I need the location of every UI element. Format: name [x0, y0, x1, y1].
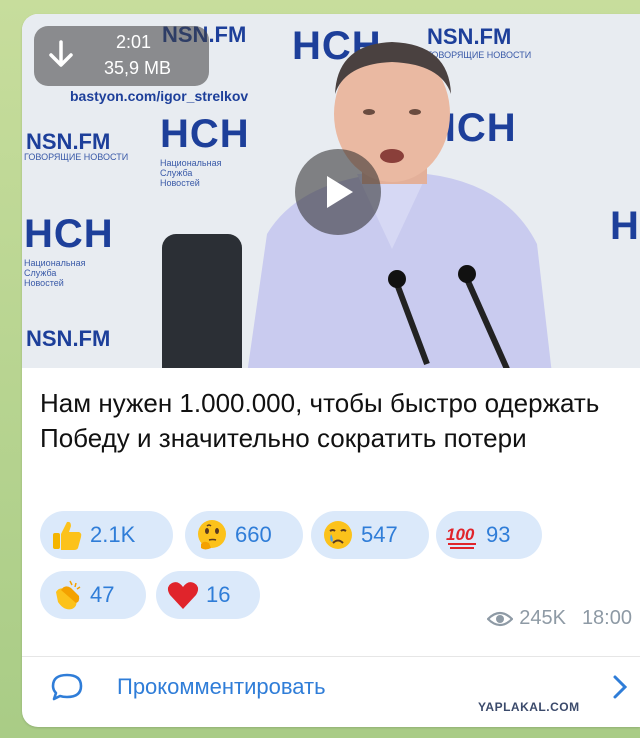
play-icon — [327, 176, 353, 208]
wall-logo-hsn: НСН — [610, 204, 640, 248]
comment-bubble-icon — [51, 673, 83, 701]
wall-sub-hsn: Национальная Служба Новостей — [24, 258, 86, 288]
wall-sub-nsn: ГОВОРЯЩИЕ НОВОСТИ — [24, 152, 129, 162]
crying-face-icon — [324, 521, 352, 549]
wall-logo-hsn: НСН — [24, 212, 114, 256]
reaction-count: 660 — [235, 522, 272, 547]
wall-sub-hsn: Национальная Служба Новостей — [160, 158, 222, 188]
speaker-figure — [247, 42, 552, 368]
message-text: Нам нужен 1.000.000, чтобы быстро одержа… — [40, 388, 600, 453]
channel-post: NSN.FM NSN.FM NSN.FM NSN.FM НСН НСН НСН … — [22, 14, 640, 727]
post-time: 18:00 — [581, 607, 632, 629]
reaction-count: 547 — [361, 522, 398, 547]
reaction-count: 93 — [486, 522, 511, 547]
reaction-thinking[interactable]: 660 — [185, 511, 303, 559]
chevron-right-icon — [613, 675, 628, 699]
divider — [22, 656, 640, 657]
reaction-crying[interactable]: 547 — [311, 511, 429, 559]
hundred-points-icon: 100 — [446, 525, 476, 549]
wall-logo-nsn: NSN.FM — [26, 326, 111, 351]
reaction-count: 2.1K — [90, 522, 136, 547]
download-arrow-icon[interactable] — [48, 40, 74, 70]
reaction-count: 47 — [90, 582, 115, 607]
reaction-hundred[interactable]: 100 93 — [436, 511, 542, 559]
video-source-text: bastyon.com/igor_strelkov — [70, 88, 249, 104]
video-file-size: 35,9 MB — [104, 58, 172, 78]
reaction-count: 16 — [206, 582, 231, 607]
reaction-heart[interactable]: 16 — [156, 571, 260, 619]
post-meta: 245K 18:00 — [487, 607, 632, 630]
eye-icon — [487, 611, 514, 626]
reaction-clapping[interactable]: 47 — [40, 571, 146, 619]
play-button[interactable] — [295, 149, 381, 235]
video-preview[interactable]: NSN.FM NSN.FM NSN.FM NSN.FM НСН НСН НСН … — [22, 14, 640, 368]
comment-label: Прокомментировать — [117, 674, 326, 699]
thinking-face-icon — [198, 520, 226, 550]
view-count: 245K — [519, 607, 566, 629]
svg-text:100: 100 — [446, 525, 475, 544]
watermark: YAPLAKAL.COM — [478, 700, 580, 714]
video-duration: 2:01 — [116, 32, 152, 52]
thumbs-up-icon — [53, 521, 82, 550]
download-badge[interactable]: 2:01 35,9 MB — [34, 26, 209, 86]
red-heart-icon — [167, 582, 199, 609]
reaction-thumbs-up[interactable]: 2.1K — [40, 511, 173, 559]
clapping-hands-icon — [56, 580, 81, 610]
